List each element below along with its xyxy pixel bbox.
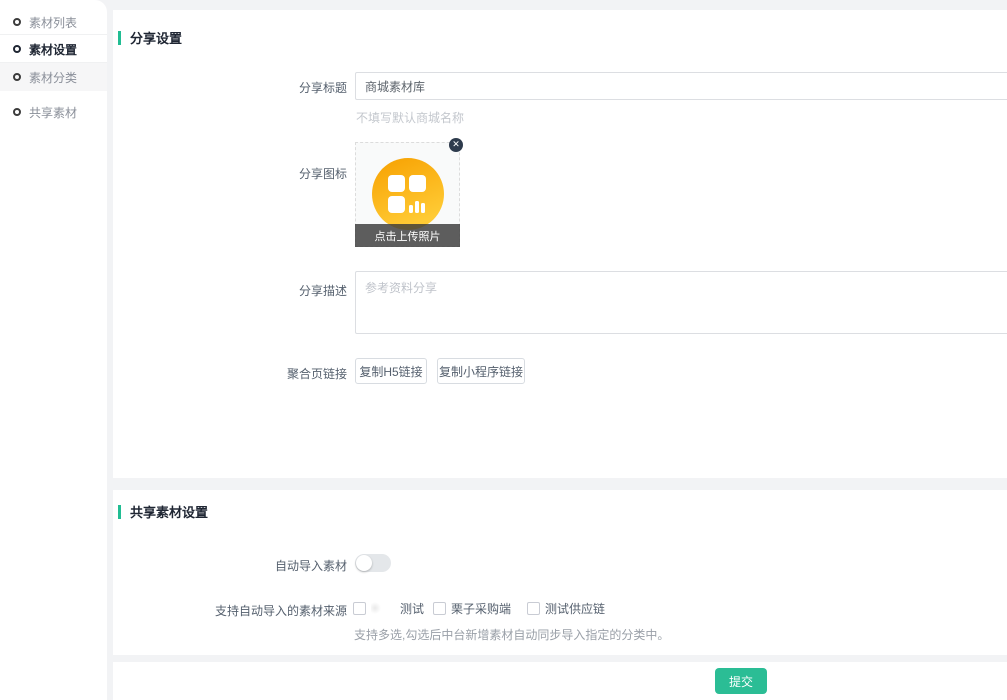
- sidebar-item-shared-material[interactable]: 共享素材: [0, 98, 107, 126]
- upload-hint: 点击上传照片: [355, 224, 460, 247]
- checkbox-label: 测试供应链: [545, 600, 605, 617]
- auto-import-toggle[interactable]: [355, 554, 391, 572]
- checkbox-label: 栗子采购端: [451, 600, 511, 617]
- circle-icon: [13, 18, 21, 26]
- sidebar-item-label: 素材列表: [29, 14, 77, 31]
- section-header: 分享设置: [118, 28, 182, 47]
- import-sources-helper: 支持多选,勾选后中台新增素材自动同步导入指定的分类中。: [354, 626, 669, 643]
- share-settings-card: 分享设置 分享标题 不填写默认商城名称 分享图标: [113, 10, 1007, 478]
- submit-button[interactable]: 提交: [715, 668, 767, 694]
- sidebar-item-label: 共享素材: [29, 104, 77, 121]
- accent-bar-icon: [118, 505, 121, 519]
- circle-icon: [13, 108, 21, 116]
- checkbox-icon: [527, 602, 540, 615]
- toggle-knob: [356, 555, 372, 571]
- section-header: 共享素材设置: [118, 502, 208, 521]
- checkbox-icon: [433, 602, 446, 615]
- accent-bar-icon: [118, 31, 121, 45]
- source-checkbox-supplychain[interactable]: 测试供应链: [527, 600, 605, 616]
- sidebar-item-material-category[interactable]: 素材分类: [0, 63, 107, 91]
- copy-miniprogram-link-button[interactable]: 复制小程序链接: [437, 358, 525, 384]
- sidebar-item-material-settings[interactable]: 素材设置: [0, 35, 107, 63]
- page: 素材列表 素材设置 素材分类 共享素材 分享设置 分享标题 不填写默认商城名称 …: [0, 0, 1007, 700]
- shared-material-settings-card: 共享素材设置 自动导入素材 支持自动导入的素材来源 测试 栗子采购端 测试供应链…: [113, 490, 1007, 655]
- share-title-label: 分享标题: [113, 79, 347, 96]
- sidebar-item-material-list[interactable]: 素材列表: [0, 8, 107, 36]
- sidebar-item-label: 素材分类: [29, 69, 77, 86]
- share-icon-label: 分享图标: [113, 165, 347, 182]
- footer-bar: 提交: [113, 662, 1007, 700]
- share-title-helper: 不填写默认商城名称: [356, 109, 464, 126]
- checkbox-icon: [353, 602, 366, 615]
- auto-import-label: 自动导入素材: [113, 557, 347, 574]
- checkbox-label: 测试: [400, 602, 424, 616]
- copy-h5-link-button[interactable]: 复制H5链接: [355, 358, 427, 384]
- share-desc-label: 分享描述: [113, 282, 347, 299]
- sidebar-item-label: 素材设置: [29, 41, 77, 58]
- source-checkbox-test[interactable]: 测试: [353, 600, 424, 616]
- import-sources-label: 支持自动导入的素材来源: [113, 602, 347, 619]
- sidebar: 素材列表 素材设置 素材分类 共享素材: [0, 0, 107, 700]
- circle-icon: [13, 45, 21, 53]
- section-title: 共享素材设置: [130, 502, 208, 521]
- source-checkbox-lizi[interactable]: 栗子采购端: [433, 600, 511, 616]
- share-title-input[interactable]: [355, 72, 1007, 100]
- section-title: 分享设置: [130, 28, 182, 47]
- icon-upload-box[interactable]: 点击上传照片 ✕: [355, 142, 460, 247]
- app-grid-icon: [371, 157, 445, 231]
- close-icon[interactable]: ✕: [449, 138, 463, 152]
- circle-icon: [13, 73, 21, 81]
- aggregate-link-label: 聚合页链接: [113, 365, 347, 382]
- redacted-text: [371, 601, 399, 615]
- share-desc-textarea[interactable]: [355, 271, 1007, 334]
